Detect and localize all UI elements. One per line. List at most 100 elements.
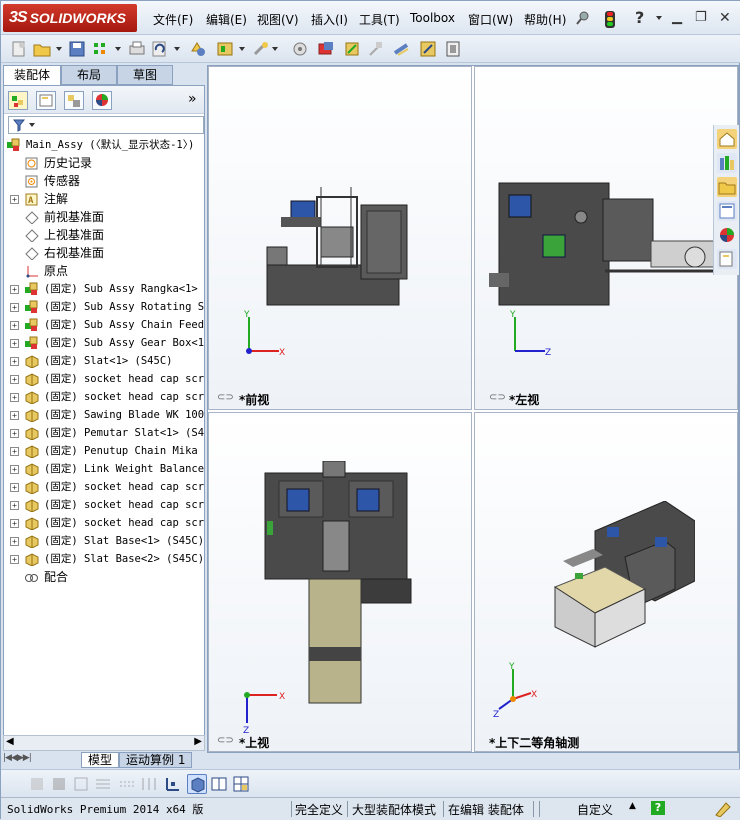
viewport-isometric[interactable]: Y X Z *上下二等角轴测 xyxy=(474,412,738,752)
tab-model[interactable]: 模型 xyxy=(81,752,120,768)
pin-icon[interactable] xyxy=(575,10,591,26)
tree-item[interactable]: 原点 xyxy=(4,262,204,280)
tree-item[interactable]: 历史记录 xyxy=(4,154,204,172)
tree-item[interactable]: 上视基准面 xyxy=(4,226,204,244)
link-views-icon[interactable]: ⊂⊃ xyxy=(217,392,234,403)
rebuild-status-icon[interactable] xyxy=(714,801,732,817)
menu-window[interactable]: 窗口(W) xyxy=(468,11,513,28)
expand-toggle-icon[interactable]: + xyxy=(10,537,19,546)
tree-item[interactable]: + (固定) socket head cap scre xyxy=(4,370,204,388)
tree-item[interactable]: + (固定) Sub Assy Rotating Sl xyxy=(4,298,204,316)
expand-toggle-icon[interactable]: + xyxy=(10,429,19,438)
rebuild-dropdown-icon[interactable] xyxy=(115,47,121,51)
expand-toggle-icon[interactable]: + xyxy=(10,357,19,366)
minimize-icon[interactable]: ▁ xyxy=(672,10,682,25)
wireframe-icon[interactable] xyxy=(93,774,113,794)
units-system[interactable]: 自定义 xyxy=(577,801,613,818)
tab-layout[interactable]: 布局 xyxy=(61,65,117,85)
options-icon[interactable] xyxy=(188,39,208,59)
link-views-icon-3[interactable]: ⊂⊃ xyxy=(217,735,234,746)
draft-quality-icon[interactable] xyxy=(117,774,137,794)
units-up-icon[interactable]: ▲ xyxy=(629,801,636,811)
tree-item[interactable]: + (固定) Sub Assy Gear Box<1> xyxy=(4,334,204,352)
appearances-icon[interactable] xyxy=(717,225,737,245)
undo-icon[interactable] xyxy=(150,39,170,59)
shaded-edges-icon[interactable] xyxy=(27,774,47,794)
expand-toggle-icon[interactable]: + xyxy=(10,303,19,312)
tree-root[interactable]: Main_Assy (〈默认_显示状态-1〉) xyxy=(4,136,204,154)
tab-nav-icon[interactable]: |◀◀▶▶| xyxy=(3,753,32,763)
menu-help[interactable]: 帮助(H) xyxy=(524,11,566,28)
viewport-front[interactable]: Y X ⊂⊃ *前视 xyxy=(208,66,472,410)
tree-item[interactable]: + (固定) Link Weight Balancer xyxy=(4,460,204,478)
expand-toggle-icon[interactable]: + xyxy=(10,195,19,204)
menu-view[interactable]: 视图(V) xyxy=(257,11,299,28)
expand-toggle-icon[interactable]: + xyxy=(10,447,19,456)
tree-item[interactable]: + (固定) Penutup Chain Mika l xyxy=(4,442,204,460)
tree-item[interactable]: + (固定) Slat Base<2> (S45C) xyxy=(4,550,204,568)
graphics-area[interactable]: ⊡ ⊡ ▭ ❐ ✕ Y X xyxy=(207,65,739,753)
menu-file[interactable]: 文件(F) xyxy=(153,11,193,28)
tree-item[interactable]: 右视基准面 xyxy=(4,244,204,262)
smart-fastener-icon[interactable] xyxy=(251,39,271,59)
open-icon[interactable] xyxy=(32,39,52,59)
viewport-left[interactable]: Y Z ⊂⊃ *左视 xyxy=(474,66,738,410)
expand-toggle-icon[interactable]: + xyxy=(10,501,19,510)
tree-item[interactable]: + (固定) socket head cap scre xyxy=(4,514,204,532)
viewport-top[interactable]: X Z ⊂⊃ *上视 xyxy=(208,412,472,752)
tree-item[interactable]: + (固定) Sub Assy Rangka<1> xyxy=(4,280,204,298)
shaded-icon[interactable] xyxy=(49,774,69,794)
expand-toggle-icon[interactable]: + xyxy=(10,519,19,528)
custom-properties-icon[interactable] xyxy=(717,249,737,269)
expand-toggle-icon[interactable]: + xyxy=(10,483,19,492)
hidden-lines-icon[interactable] xyxy=(71,774,91,794)
expand-toggle-icon[interactable]: + xyxy=(10,411,19,420)
tree-item[interactable]: 传感器 xyxy=(4,172,204,190)
solidworks-logo[interactable]: 3S SOLIDWORKS xyxy=(3,4,137,32)
tree-item[interactable]: + A 注解 xyxy=(4,190,204,208)
tab-motion-study[interactable]: 运动算例 1 xyxy=(119,752,193,768)
standard-views-icon[interactable] xyxy=(163,774,183,794)
displaymanager-icon[interactable] xyxy=(92,91,112,110)
configurationmanager-icon[interactable] xyxy=(64,91,84,110)
undo-dropdown-icon[interactable] xyxy=(174,47,180,51)
expand-toggle-icon[interactable]: + xyxy=(10,321,19,330)
show-hidden-icon[interactable] xyxy=(366,39,386,59)
reference-geometry-icon[interactable] xyxy=(418,39,438,59)
tree-item[interactable]: 前视基准面 xyxy=(4,208,204,226)
close-icon[interactable]: ✕ xyxy=(719,10,731,26)
component-dropdown-icon[interactable] xyxy=(239,47,245,51)
rebuild-icon[interactable] xyxy=(91,39,111,59)
menu-edit[interactable]: 编辑(E) xyxy=(206,11,247,28)
rotate-component-icon[interactable] xyxy=(342,39,362,59)
quick-tips-icon[interactable]: ? xyxy=(651,801,665,815)
isometric-view-icon[interactable] xyxy=(187,774,207,794)
tree-item[interactable]: + (固定) socket head cap scre xyxy=(4,388,204,406)
home-icon[interactable] xyxy=(717,129,737,149)
save-icon[interactable] xyxy=(67,39,87,59)
tree-item[interactable]: + (固定) Pemutar Slat<1> (S45 xyxy=(4,424,204,442)
expand-toggle-icon[interactable]: + xyxy=(10,339,19,348)
featuremanager-icon[interactable] xyxy=(8,91,28,110)
help-icon[interactable]: ? xyxy=(635,8,644,27)
print-icon[interactable] xyxy=(127,39,147,59)
expand-panel-icon[interactable]: » xyxy=(188,91,197,107)
scroll-left-icon[interactable]: ◀ xyxy=(6,736,14,747)
tree-scrollbar[interactable]: ◀ ▶ xyxy=(3,735,205,751)
menu-toolbox[interactable]: Toolbox xyxy=(410,11,455,25)
filter-box[interactable] xyxy=(8,116,204,134)
expand-toggle-icon[interactable]: + xyxy=(10,285,19,294)
expand-toggle-icon[interactable]: + xyxy=(10,375,19,384)
two-view-icon[interactable] xyxy=(209,774,229,794)
assembly-features-icon[interactable] xyxy=(392,39,412,59)
scroll-right-icon[interactable]: ▶ xyxy=(194,736,202,747)
expand-toggle-icon[interactable]: + xyxy=(10,555,19,564)
view-palette-icon[interactable] xyxy=(717,201,737,221)
design-library-icon[interactable] xyxy=(717,153,737,173)
tree-item[interactable]: 配合 xyxy=(4,568,204,586)
perspective-icon[interactable] xyxy=(139,774,159,794)
explode-view-icon[interactable] xyxy=(443,39,463,59)
edit-component-icon[interactable] xyxy=(215,39,235,59)
help-dropdown-icon[interactable] xyxy=(656,16,662,20)
file-explorer-icon[interactable] xyxy=(717,177,737,197)
